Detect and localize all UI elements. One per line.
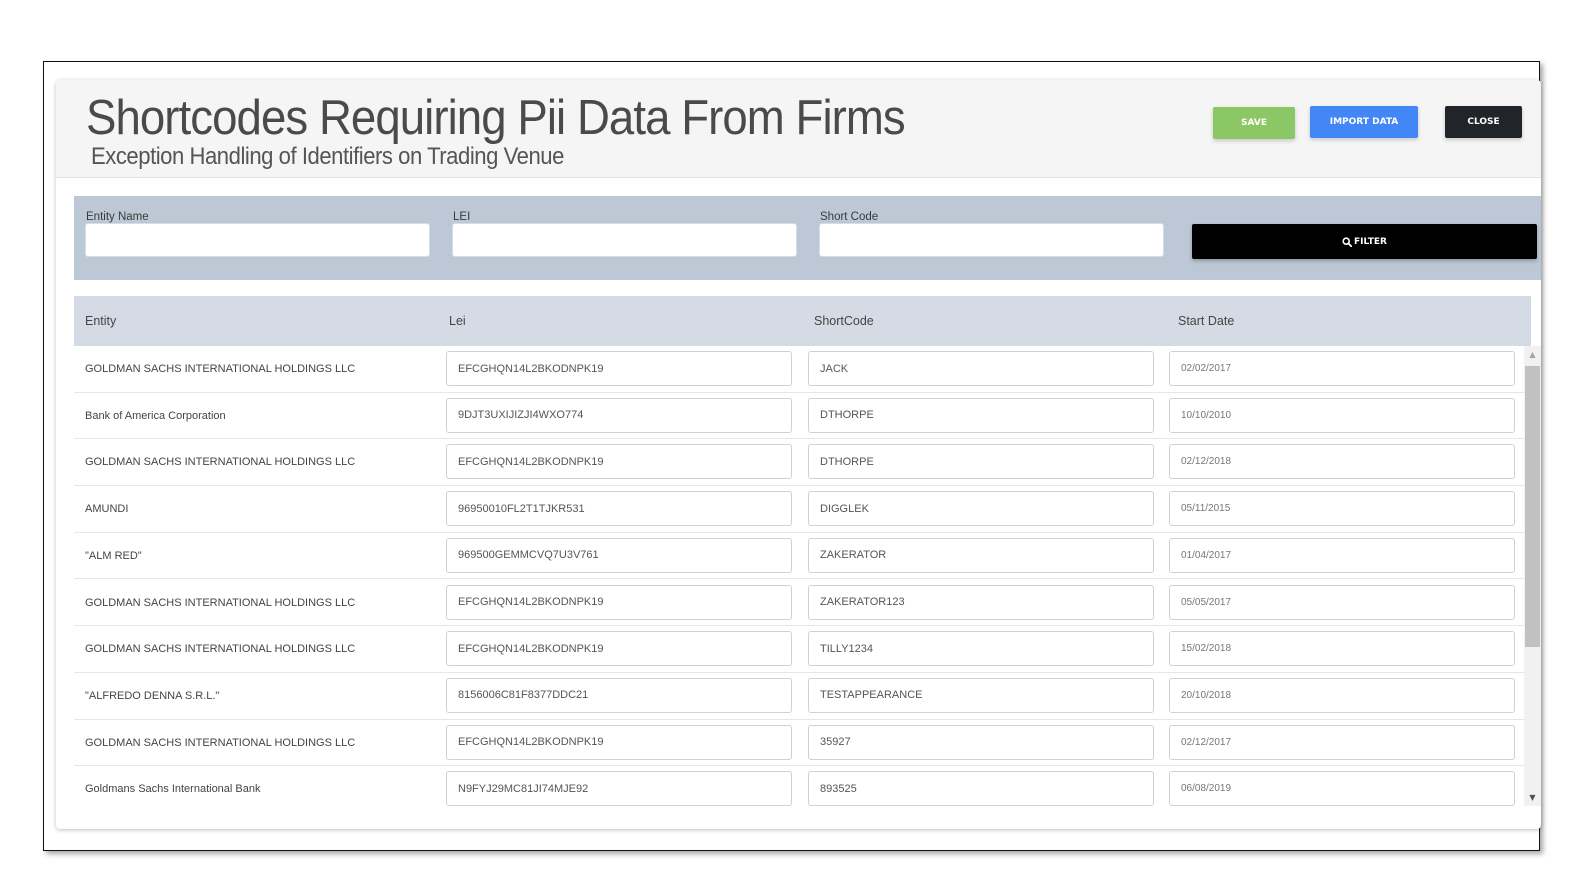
start-date-input[interactable] [1169, 537, 1515, 573]
lei-input[interactable] [446, 537, 792, 573]
lei-input[interactable] [446, 771, 792, 806]
lei-input[interactable] [446, 724, 792, 760]
lei-input[interactable] [446, 584, 792, 620]
column-header-start-date[interactable]: Start Date [1178, 296, 1234, 346]
shortcode-input[interactable] [808, 491, 1154, 527]
table-row: "ALFREDO DENNA S.R.L." [74, 673, 1524, 720]
shortcode-input[interactable] [808, 537, 1154, 573]
entity-cell: GOLDMAN SACHS INTERNATIONAL HOLDINGS LLC [85, 456, 356, 469]
lei-input[interactable] [446, 397, 792, 433]
lei-input[interactable] [446, 351, 792, 386]
entity-name-filter: Entity Name [85, 210, 430, 257]
lei-filter: LEI [452, 210, 797, 257]
window-frame: Shortcodes Requiring Pii Data From Firms… [43, 61, 1541, 851]
shortcode-input[interactable] [808, 771, 1154, 806]
table-row: GOLDMAN SACHS INTERNATIONAL HOLDINGS LLC [74, 626, 1524, 673]
lei-input[interactable] [446, 444, 792, 480]
table-row: Goldmans Sachs International Bank [74, 766, 1524, 806]
entity-cell: "ALFREDO DENNA S.R.L." [85, 689, 220, 702]
start-date-input[interactable] [1169, 491, 1515, 527]
table-row: GOLDMAN SACHS INTERNATIONAL HOLDINGS LLC [74, 346, 1524, 393]
entity-name-input[interactable] [85, 223, 430, 257]
start-date-input[interactable] [1169, 351, 1515, 386]
filter-button[interactable]: FILTER [1192, 224, 1537, 259]
entity-cell: GOLDMAN SACHS INTERNATIONAL HOLDINGS LLC [85, 363, 356, 375]
short-code-label: Short Code [820, 211, 879, 223]
scrollbar-thumb[interactable] [1525, 366, 1540, 647]
entity-cell: GOLDMAN SACHS INTERNATIONAL HOLDINGS LLC [85, 643, 356, 656]
lei-input[interactable] [446, 491, 792, 527]
entity-cell: Goldmans Sachs International Bank [85, 783, 261, 796]
shortcode-input[interactable] [808, 444, 1154, 480]
scroll-up-arrow-icon[interactable]: ▲ [1524, 346, 1541, 363]
page-subtitle: Exception Handling of Identifiers on Tra… [91, 143, 564, 170]
column-header-shortcode[interactable]: ShortCode [814, 296, 874, 346]
start-date-input[interactable] [1169, 584, 1515, 620]
entity-cell: "ALM RED" [85, 549, 142, 562]
table-row: "ALM RED" [74, 533, 1524, 580]
save-button[interactable]: SAVE [1213, 107, 1295, 139]
start-date-input[interactable] [1169, 397, 1515, 433]
short-code-filter: Short Code [819, 210, 1164, 257]
column-header-lei[interactable]: Lei [449, 296, 466, 346]
entity-cell: AMUNDI [85, 503, 129, 516]
table-body: GOLDMAN SACHS INTERNATIONAL HOLDINGS LLC… [74, 346, 1541, 806]
table-row: GOLDMAN SACHS INTERNATIONAL HOLDINGS LLC [74, 580, 1524, 627]
shortcode-input[interactable] [808, 584, 1154, 620]
start-date-input[interactable] [1169, 724, 1515, 760]
shortcode-input[interactable] [808, 677, 1154, 713]
table-header: Entity Lei ShortCode Start Date [74, 296, 1531, 346]
modal-header: Shortcodes Requiring Pii Data From Firms… [56, 80, 1541, 178]
entity-cell: GOLDMAN SACHS INTERNATIONAL HOLDINGS LLC [85, 736, 356, 749]
lei-input[interactable] [446, 631, 792, 667]
start-date-input[interactable] [1169, 444, 1515, 480]
start-date-input[interactable] [1169, 677, 1515, 713]
page-title: Shortcodes Requiring Pii Data From Firms [86, 91, 906, 145]
entity-cell: Bank of America Corporation [85, 409, 226, 422]
import-data-button[interactable]: IMPORT DATA [1310, 106, 1418, 138]
shortcode-input[interactable] [808, 631, 1154, 667]
entity-cell: GOLDMAN SACHS INTERNATIONAL HOLDINGS LLC [85, 596, 356, 609]
table-row: GOLDMAN SACHS INTERNATIONAL HOLDINGS LLC [74, 439, 1524, 487]
entity-name-label: Entity Name [86, 211, 149, 223]
lei-input[interactable] [452, 223, 797, 257]
table-row: GOLDMAN SACHS INTERNATIONAL HOLDINGS LLC [74, 720, 1524, 767]
filter-bar: Entity Name LEI Short Code FILTER [74, 196, 1541, 280]
close-button[interactable]: CLOSE [1445, 106, 1522, 138]
start-date-input[interactable] [1169, 771, 1515, 806]
short-code-input[interactable] [819, 223, 1164, 257]
filter-button-label: FILTER [1354, 236, 1387, 247]
table-row: AMUNDI [74, 486, 1524, 533]
table-row: Bank of America Corporation [74, 393, 1524, 440]
search-icon [1342, 236, 1353, 247]
lei-input[interactable] [446, 677, 792, 713]
shortcodes-modal: Shortcodes Requiring Pii Data From Firms… [56, 80, 1541, 829]
shortcode-input[interactable] [808, 724, 1154, 760]
shortcode-input[interactable] [808, 351, 1154, 386]
shortcode-input[interactable] [808, 397, 1154, 433]
table-scrollbar[interactable]: ▲ ▼ [1524, 346, 1541, 806]
column-header-entity[interactable]: Entity [85, 296, 116, 346]
start-date-input[interactable] [1169, 631, 1515, 667]
lei-label: LEI [453, 211, 471, 223]
scroll-down-arrow-icon[interactable]: ▼ [1524, 789, 1541, 806]
